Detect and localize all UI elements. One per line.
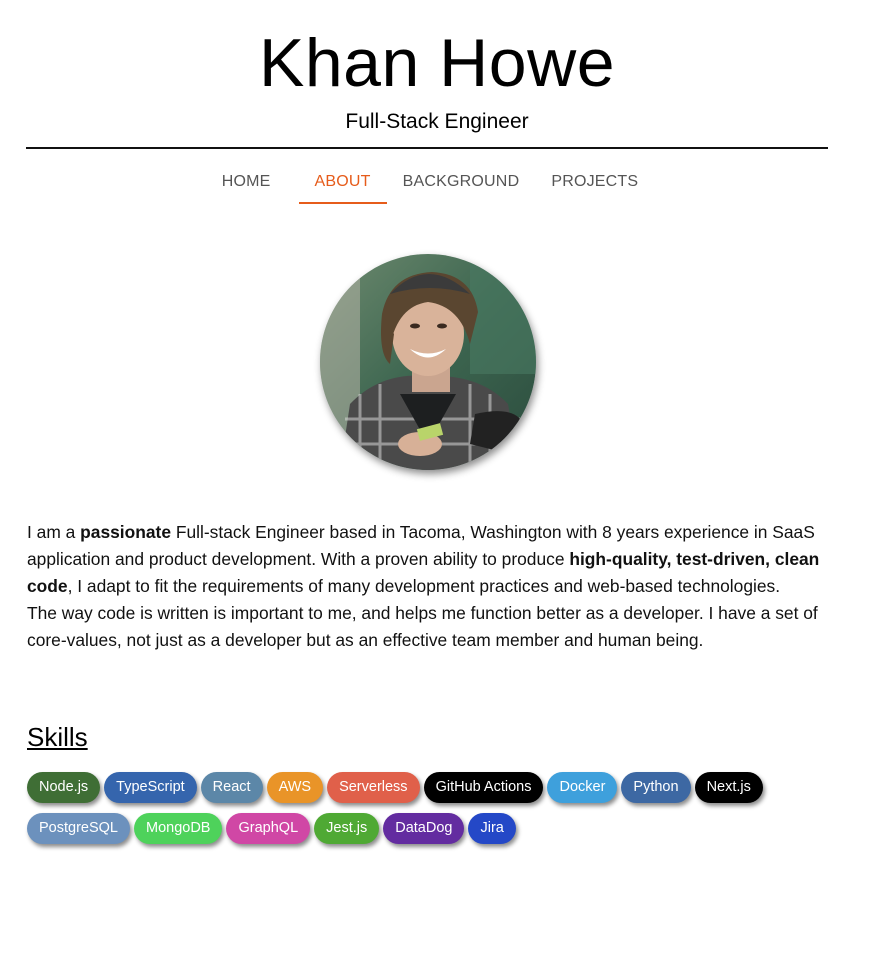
page-header: Khan Howe Full-Stack Engineer [0, 0, 874, 134]
nav-background[interactable]: BACKGROUND [387, 163, 536, 204]
page-subtitle: Full-Stack Engineer [345, 110, 529, 133]
skill-badge: Docker [547, 772, 618, 803]
skill-badge: TypeScript [104, 772, 197, 803]
skill-badge: AWS [266, 772, 324, 803]
about-text: I am a passionate Full-stack Engineer ba… [27, 519, 828, 654]
about-text-segment: , I adapt to fit the requirements of man… [67, 576, 781, 596]
skill-badge: Node.js [27, 772, 101, 803]
skills-heading: Skills [27, 722, 88, 752]
skill-badge: DataDog [383, 813, 465, 844]
nav-projects[interactable]: PROJECTS [535, 163, 654, 204]
about-text-segment: I am a [27, 522, 81, 542]
skill-badge: Python [621, 772, 691, 803]
header-divider [26, 147, 828, 149]
about-bold-segment: passionate [80, 522, 172, 542]
skill-badge: PostgreSQL [27, 813, 130, 844]
skill-badge: GitHub Actions [423, 772, 544, 803]
skill-badge: Jest.js [314, 813, 380, 844]
main-nav: HOME ABOUT BACKGROUND PROJECTS [0, 163, 874, 204]
skill-badge: React [200, 772, 263, 803]
nav-home[interactable]: HOME [206, 163, 299, 204]
skill-badge: MongoDB [134, 813, 223, 844]
skill-badge: Next.js [694, 772, 763, 803]
about-paragraph-2: The way code is written is important to … [27, 603, 818, 650]
skill-badge: GraphQL [226, 813, 311, 844]
skill-badge: Serverless [327, 772, 420, 803]
skill-badge: Jira [468, 813, 516, 844]
page-title: Khan Howe [258, 25, 616, 101]
profile-photo [319, 254, 536, 470]
skills-badge-list: Node.js TypeScript React AWS Serverless GitHu… [27, 772, 817, 844]
nav-about[interactable]: ABOUT [298, 163, 387, 204]
about-paragraph-1: I am a passionate Full-stack Engineer ba… [27, 519, 828, 600]
